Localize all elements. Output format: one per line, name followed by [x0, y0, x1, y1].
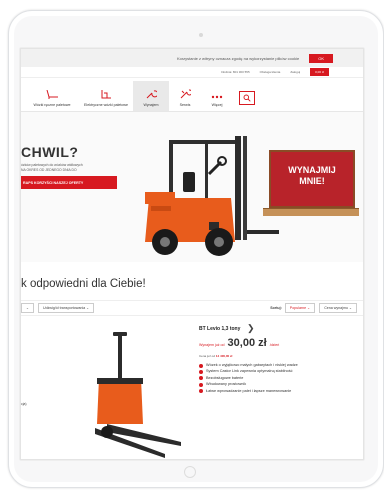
main-nav: Wózki ręczne paletowe Elektryczne wózki … — [21, 78, 363, 112]
wrench-icon — [146, 90, 157, 99]
price-note: Cena już od 14 400,00 zł — [199, 354, 232, 358]
nav-label: Wózki ręczne paletowe — [33, 103, 71, 107]
price-row: Wynajem już od 30,00 zł /dzień — [199, 337, 279, 349]
nav-label: Wynajem — [143, 103, 159, 107]
cookie-ok-button[interactable]: OK — [309, 53, 333, 63]
price-unit: /dzień — [269, 343, 280, 347]
chevron-right-icon[interactable]: ❯ — [247, 323, 255, 334]
search-icon — [243, 94, 251, 102]
rent-me-crate: WYNAJMIJ MNIE! — [269, 150, 355, 208]
sort-label: Sortuj: — [270, 306, 282, 310]
price-amount: 30,00 zł — [227, 337, 267, 349]
filter-dropdown-capacity[interactable]: Udźwig/ół transportowania ⌄ — [38, 303, 95, 313]
sort-value: Popularne — [289, 306, 307, 310]
hero-subtitle-line2: NA OKRES OD JEDNEGO DNIA DO — [21, 168, 77, 172]
login-link[interactable]: Zaloguj — [290, 70, 300, 74]
sort-order-value: Cena wynajmu — [324, 306, 348, 310]
nav-item-service[interactable]: Serwis — [169, 81, 201, 111]
info-bar: Infolinia: 801 300 555 Obsługa klienta Z… — [21, 67, 363, 78]
crate-line2: MNIE! — [299, 176, 325, 186]
sort-dropdown[interactable]: Popularne ⌄ — [284, 303, 316, 313]
hand-pallet-truck-icon — [46, 90, 58, 99]
hero-cta-button[interactable]: RAPS KORZYŚCI NASZEJ OFERTY — [21, 176, 117, 189]
forklift-image — [145, 136, 279, 256]
nav-item-more[interactable]: Więcej — [201, 81, 233, 111]
feature-item: Łatwe wprowadzanie palet i łapsze manewr… — [199, 389, 329, 394]
product-card[interactable]: cja) BT Levio 1,3 tony ❯ Wynajem już od … — [21, 316, 363, 459]
cookie-text: Korzystanie z witryny oznacza zgodę na w… — [176, 55, 300, 61]
nav-item-rental[interactable]: Wynajem — [133, 81, 169, 111]
hero-banner: CHWIL? ózków paletowych do wózków widłow… — [21, 112, 363, 262]
feature-item: Bezobsługowe baterie — [199, 376, 329, 381]
hero-title: CHWIL? — [21, 144, 79, 160]
feature-item: System Castor Link zapewnia optymalną st… — [199, 369, 329, 375]
home-button[interactable] — [184, 466, 196, 478]
left-column-text: cja) — [21, 402, 27, 406]
feature-item: Wózek o wyjątkowo małych gabarytach i ni… — [199, 363, 329, 368]
camera-dot — [199, 33, 203, 37]
more-dots-icon — [211, 95, 223, 99]
sort-order-dropdown[interactable]: Cena wynajmu ⌄ — [319, 303, 357, 313]
electric-pallet-truck-icon — [101, 90, 111, 99]
section-title: k odpowiedni dla Ciebie! — [21, 278, 146, 290]
service-link[interactable]: Obsługa klienta — [260, 70, 281, 74]
nav-label: Więcej — [211, 103, 223, 107]
price-note-prefix: Cena już od — [199, 354, 216, 358]
hero-text-block: CHWIL? ózków paletowych do wózków widłow… — [21, 144, 117, 244]
filter-dropdown-1[interactable]: ⌄ — [21, 303, 35, 313]
phone-number: Infolinia: 801 300 555 — [220, 70, 250, 74]
feature-list: Wózek o wyjątkowo małych gabarytach i ni… — [199, 363, 329, 395]
product-name[interactable]: BT Levio 1,3 tony — [199, 326, 240, 332]
pallet-truck-image — [95, 332, 181, 458]
feature-item: Wbudowany prostownik — [199, 382, 329, 387]
nav-label: Serwis — [179, 103, 191, 107]
photo-stage: Korzystanie z witryny oznacza zgodę na w… — [0, 0, 384, 499]
price-from: Wynajem już od — [199, 343, 225, 347]
tablet-screen: Korzystanie z witryny oznacza zgodę na w… — [20, 48, 364, 460]
cart-button[interactable]: 0,00 zł — [310, 68, 329, 76]
tools-icon — [180, 89, 191, 99]
hero-subtitle: ózków paletowych do wózków widłowych NA … — [21, 163, 117, 173]
price-note-value: 14 400,00 zł — [215, 354, 233, 358]
crate-line1: WYNAJMIJ — [288, 165, 336, 175]
filter-capacity-label: Udźwig/ół transportowania — [43, 306, 86, 310]
crate-label: WYNAJMIJ MNIE! — [271, 165, 353, 187]
cookie-bar: Korzystanie z witryny oznacza zgodę na w… — [21, 49, 363, 67]
search-button[interactable] — [239, 91, 255, 105]
nav-item-electric-pallet-trucks[interactable]: Elektryczne wózki paletowe — [79, 81, 133, 111]
nav-item-hand-pallet-trucks[interactable]: Wózki ręczne paletowe — [25, 81, 79, 111]
nav-label: Elektryczne wózki paletowe — [84, 103, 128, 107]
pallet-image — [263, 208, 359, 216]
filter-bar: ⌄ Udźwig/ół transportowania ⌄ Sortuj: Po… — [21, 300, 363, 316]
